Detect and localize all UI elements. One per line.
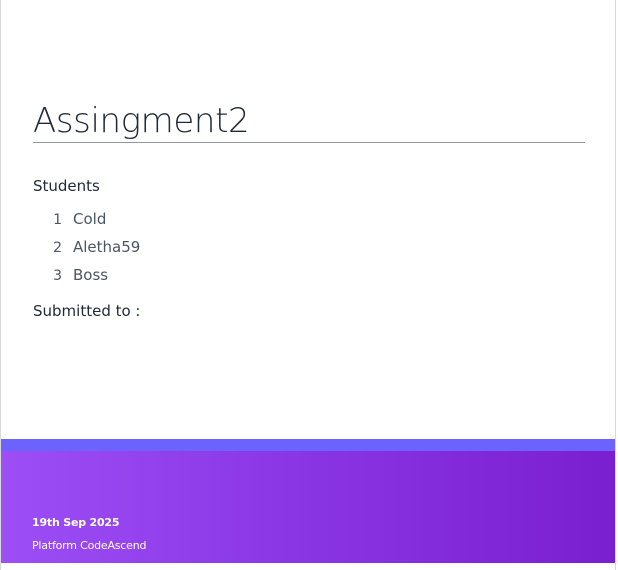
- footer-platform: Platform CodeAscend: [32, 539, 147, 552]
- student-item: 3 Boss: [33, 266, 585, 294]
- footer-date: 19th Sep 2025: [32, 516, 120, 529]
- footer-accent-strip: [1, 439, 615, 451]
- students-list: 1 Cold 2 Aletha59 3 Boss: [33, 210, 585, 294]
- document-content: Assingment2 Students 1 Cold 2 Aletha59 3…: [33, 104, 585, 320]
- student-name: Cold: [73, 210, 107, 228]
- student-name: Boss: [73, 266, 109, 284]
- page-title: Assingment2: [33, 104, 585, 143]
- page-footer: 19th Sep 2025 Platform CodeAscend: [1, 439, 615, 563]
- student-number: 3: [53, 268, 62, 284]
- assignment-page: Assingment2 Students 1 Cold 2 Aletha59 3…: [0, 0, 616, 570]
- student-name: Aletha59: [73, 238, 141, 256]
- students-label: Students: [33, 177, 100, 195]
- submitted-to-label: Submitted to :: [33, 302, 141, 320]
- student-number: 1: [53, 212, 62, 228]
- student-item: 2 Aletha59: [33, 238, 585, 266]
- student-number: 2: [53, 240, 62, 256]
- student-item: 1 Cold: [33, 210, 585, 238]
